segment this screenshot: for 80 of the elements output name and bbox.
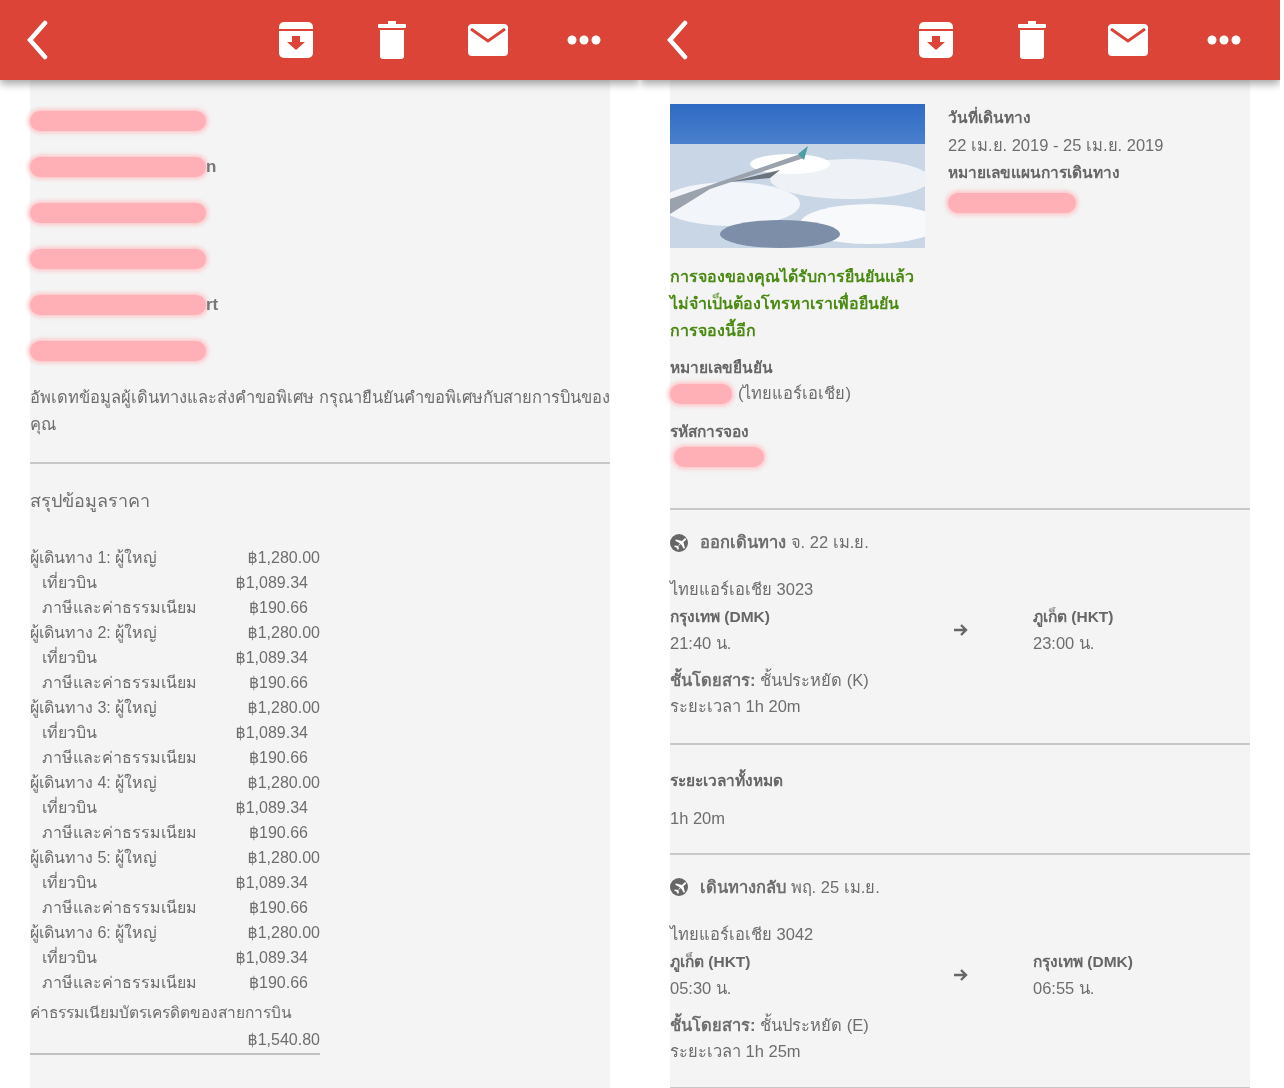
passenger-label: ผู้เดินทาง 3: ผู้ใหญ่ [30, 697, 159, 720]
passenger-label: ผู้เดินทาง 6: ผู้ใหญ่ [30, 922, 159, 945]
departure-time: 21:40 น. [670, 633, 733, 654]
arrival-airport: กรุงเทพ (DMK) [1033, 951, 1134, 974]
price-summary-title: สรุปข้อมูลราคา [30, 490, 151, 514]
envelope-icon [468, 24, 508, 56]
arrow-right-icon [953, 967, 969, 982]
departure-airport: กรุงเทพ (DMK) [670, 607, 771, 629]
price-amount: ฿1,280.00 [246, 773, 320, 793]
flight-heading: เดินทางกลับ พฤ. 25 เม.ย. [700, 876, 880, 898]
price-amount: ฿1,089.34 [234, 873, 309, 893]
price-item-label: เที่ยวบิน [41, 796, 98, 818]
price-amount: ฿190.66 [247, 823, 309, 843]
price-item-label: เที่ยวบิน [41, 946, 98, 968]
back-icon [666, 20, 688, 60]
price-item-label: ภาษีและค่าธรรมเนียม [41, 898, 198, 918]
passenger-label: ผู้เดินทาง 1: ผู้ใหญ่ [30, 547, 159, 570]
passenger-label: ผู้เดินทาง 5: ผู้ใหญ่ [30, 847, 159, 870]
itinerary-number-label: หมายเลขแผนการเดินทาง [948, 163, 1121, 184]
price-item-label: เที่ยวบิน [41, 646, 98, 668]
archive-box-icon [918, 21, 954, 59]
flight-number: ไทยแอร์เอเชีย 3023 [670, 579, 815, 600]
booking-code-label: รหัสการจอง [670, 422, 750, 442]
redaction-mark [670, 383, 732, 404]
price-amount: ฿1,089.34 [234, 948, 309, 968]
price-amount: ฿1,280.00 [246, 698, 320, 718]
arrival-airport: ภูเก็ต (HKT) [1033, 606, 1115, 629]
price-amount: ฿1,280.00 [246, 923, 320, 943]
trip-dates-label: วันที่เดินทาง [948, 106, 1164, 130]
name-fragment: n [206, 156, 217, 179]
cabin-class: ชั้นโดยสาร: ชั้นประหยัด (K) [670, 667, 1250, 694]
price-item-label: เที่ยวบิน [41, 721, 98, 743]
flight-duration: ระยะเวลา 1h 25m [670, 1040, 802, 1062]
price-item-label: ภาษีและค่าธรรมเนียม [41, 748, 198, 768]
total-duration-label: ระยะเวลาทั้งหมด [670, 768, 784, 791]
cabin-class: ชั้นโดยสาร: ชั้นประหยัด (E) [670, 1012, 870, 1036]
passenger-label: ผู้เดินทาง 2: ผู้ใหญ่ [30, 622, 159, 645]
envelope-icon [1108, 24, 1148, 56]
price-amount: ฿190.66 [247, 973, 309, 993]
fee-label: ค่าธรรมเนียมบัตรเครดิตของสายการบิน [30, 1003, 293, 1023]
more-icon [567, 35, 601, 45]
confirmation-number-label: หมายเลขยืนยัน [670, 358, 774, 378]
price-amount: ฿190.66 [247, 748, 309, 768]
price-item-label: เที่ยวบิน [41, 571, 98, 593]
back-icon [26, 20, 48, 60]
departure-time: 05:30 น. [670, 977, 733, 999]
fee-amount: ฿1,540.80 [30, 1027, 320, 1055]
trash-icon [378, 21, 406, 59]
price-amount: ฿1,089.34 [234, 723, 309, 743]
price-amount: ฿1,089.34 [234, 798, 309, 818]
arrival-time: 06:55 น. [1033, 977, 1096, 999]
airline-name: (ไทยแอร์เอเชีย) [738, 383, 851, 405]
trip-dates: 22 เม.ย. 2019 - 25 เม.ย. 2019 [948, 135, 1164, 157]
more-icon [1207, 35, 1241, 45]
passenger-label: ผู้เดินทาง 4: ผู้ใหญ่ [30, 772, 159, 795]
price-amount: ฿1,280.00 [246, 623, 320, 643]
price-amount: ฿190.66 [247, 898, 309, 918]
price-amount: ฿1,280.00 [246, 848, 320, 868]
departure-airport: ภูเก็ต (HKT) [670, 951, 752, 974]
price-amount: ฿1,089.34 [234, 573, 309, 593]
confirmation-message: การจองของคุณได้รับการยืนยันแล้ว ไม่จำเป็นต้องโทรหาเราเพื่อยืนยันการจองนี้อีก [670, 266, 915, 341]
price-amount: ฿190.66 [247, 598, 309, 618]
arrow-right-icon [953, 623, 969, 637]
flight-heading: ออกเดินทาง จ. 22 เม.ย. [700, 532, 869, 554]
archive-box-icon [278, 21, 314, 59]
flight-duration: ระยะเวลา 1h 20m [670, 696, 802, 717]
total-duration: 1h 20m [670, 808, 727, 829]
price-amount: ฿1,089.34 [234, 648, 309, 668]
trash-icon [1018, 21, 1046, 59]
name-fragment: rt [206, 294, 219, 317]
price-amount: ฿190.66 [247, 673, 309, 693]
price-item-label: ภาษีและค่าธรรมเนียม [41, 823, 198, 843]
flight-number: ไทยแอร์เอเชีย 3042 [670, 923, 815, 945]
price-item-label: ภาษีและค่าธรรมเนียม [41, 673, 198, 693]
price-item-label: ภาษีและค่าธรรมเนียม [41, 973, 198, 993]
arrival-time: 23:00 น. [1033, 633, 1096, 654]
notice-text: อัพเดทข้อมูลผู้เดินทางและส่งคำขอพิเศษ กรุณายืนยันคำขอพิเศษกับสายการบินของคุณ [30, 387, 610, 437]
price-item-label: ภาษีและค่าธรรมเนียม [41, 598, 198, 618]
price-item-label: เที่ยวบิน [41, 871, 98, 893]
price-amount: ฿1,280.00 [246, 548, 320, 568]
